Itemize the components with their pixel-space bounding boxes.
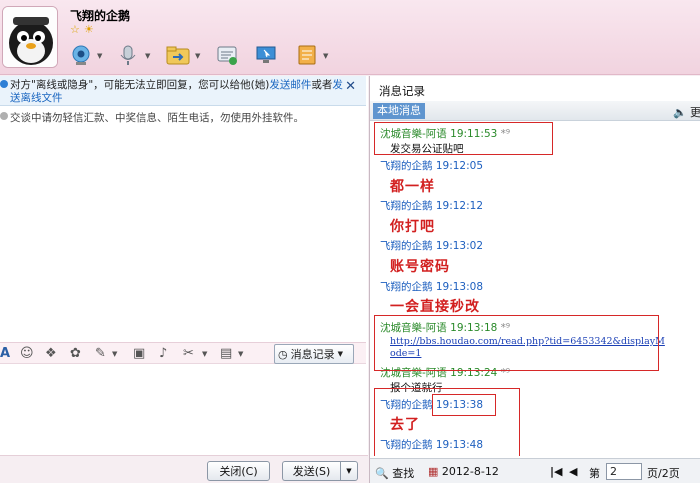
chevron-down-icon[interactable]: ▼ [97, 52, 102, 60]
history-title: 消息记录 [379, 84, 425, 98]
page-label: 第 [589, 467, 600, 480]
font-icon[interactable]: A [0, 346, 10, 361]
chat-panel: 对方"离线或隐身"，可能无法立即回复，您可以给他(她)发送邮件或者发送离线文件 … [0, 76, 368, 483]
safety-tip: 交谈中请勿轻信汇款、中奖信息、陌生电话，勿使用外挂软件。 [0, 110, 304, 125]
message-history-label: 消息记录 [290, 348, 335, 361]
video-call-button[interactable] [68, 43, 94, 67]
page-number-input[interactable]: 2 [606, 463, 642, 480]
chevron-down-icon[interactable]: ▼ [323, 52, 328, 60]
screenshot-icon[interactable]: ✂ [183, 346, 194, 361]
file-transfer-button[interactable] [165, 43, 191, 67]
briefcase-icon[interactable]: ▤ [220, 346, 232, 361]
calendar-icon: ▦ [428, 465, 439, 478]
microphone-icon [120, 45, 136, 65]
message-input[interactable] [0, 365, 366, 455]
remote-desktop-icon [256, 46, 276, 63]
message-sender: 飞翔的企鹅 19:12:12 [380, 200, 484, 212]
chevron-down-icon[interactable]: ▼ [238, 350, 243, 358]
emoji-icon[interactable]: ☺ [20, 346, 34, 361]
magic-face-icon[interactable]: ❖ [45, 346, 57, 361]
penguin-avatar-icon [3, 7, 57, 67]
contact-nickname: 飞翔的企鹅 [70, 9, 131, 23]
tab-local-messages[interactable]: 本地消息 [373, 103, 425, 119]
chevron-down-icon: ▼ [346, 467, 352, 475]
offline-notice: 对方"离线或隐身"，可能无法立即回复，您可以给他(她)发送邮件或者发送离线文件 … [0, 76, 366, 106]
doodle-icon[interactable]: ✎ [95, 346, 106, 361]
date-picker[interactable]: ▦ 2012-8-12 [428, 465, 499, 478]
apps-button[interactable] [294, 43, 320, 67]
history-panel: 消息记录 本地消息 🔈 更 沈城音樂-阿语 19:11:53 *⁹ 发交易公证贴… [369, 76, 700, 483]
message-list: 沈城音樂-阿语 19:11:53 *⁹ 发交易公证贴吧 飞翔的企鹅 19:12:… [370, 122, 700, 456]
music-icon[interactable]: ♪ [159, 346, 167, 361]
date-value: 2012-8-12 [441, 465, 499, 478]
prev-page-button[interactable]: ◀ [569, 465, 577, 478]
message-text: 账号密码 [390, 259, 450, 275]
highlight-box [374, 122, 553, 155]
edit-toolbar: A ☺ ❖ ✿ ✎ ▼ ▣ ♪ ✂ ▼ ▤ ▼ ◷ 消息记录 ▼ [0, 342, 366, 364]
highlight-box [432, 394, 496, 416]
send-bar: 关闭(C) 发送(S) ▼ [0, 455, 368, 483]
message-history-button[interactable]: ◷ 消息记录 ▼ [274, 344, 354, 364]
history-tabbar: 本地消息 🔈 更 [370, 101, 700, 121]
send-options-button[interactable]: ▼ [340, 461, 358, 481]
notice-text: 对方"离线或隐身"，可能无法立即回复，您可以给他(她) [10, 79, 270, 91]
message-text: 都一样 [390, 179, 435, 195]
history-footer: 🔍 查找 ▦ 2012-8-12 |◀ ◀ 第 2 页/2页 [370, 458, 700, 483]
send-email-link[interactable]: 发送邮件 [269, 79, 311, 91]
sun-icon: ☀ [83, 23, 98, 36]
close-icon[interactable]: ✕ [345, 80, 356, 93]
level-icons: ☆☀ [70, 23, 98, 36]
info-icon [0, 80, 8, 88]
notice-text-mid: 或者 [311, 79, 333, 91]
message-sender: 飞翔的企鹅 19:13:08 [380, 281, 484, 293]
remote-assist-button[interactable] [253, 43, 279, 67]
speaker-icon: 🔈 [673, 105, 687, 119]
chevron-down-icon: ▼ [337, 350, 343, 358]
avatar[interactable] [2, 6, 58, 68]
chevron-down-icon[interactable]: ▼ [112, 350, 117, 358]
more-tab[interactable]: 🔈 更 [673, 104, 700, 120]
app-menu-icon [298, 45, 316, 65]
search-label: 查找 [392, 467, 415, 480]
message-sender: 飞翔的企鹅 19:13:02 [380, 240, 484, 252]
message-plus-icon [217, 46, 237, 65]
star-icon: ☆ [70, 23, 84, 36]
message-sender: 飞翔的企鹅 19:12:05 [380, 160, 484, 172]
voice-call-button[interactable] [115, 43, 141, 67]
search-icon: 🔍 [375, 467, 389, 480]
close-button[interactable]: 关闭(C) [207, 461, 270, 481]
chevron-down-icon[interactable]: ▼ [202, 350, 207, 358]
more-tab-label: 更 [690, 106, 700, 119]
chevron-down-icon[interactable]: ▼ [195, 52, 200, 60]
folder-transfer-icon [166, 46, 190, 65]
message-text: 你打吧 [390, 219, 435, 235]
info-icon [0, 112, 8, 120]
message-button[interactable] [214, 43, 240, 67]
send-button[interactable]: 发送(S) [282, 461, 340, 481]
first-page-button[interactable]: |◀ [550, 465, 562, 478]
image-icon[interactable]: ▣ [133, 346, 145, 361]
clock-icon: ◷ [278, 347, 288, 361]
message-text: 一会直接秒改 [390, 299, 480, 315]
chat-header: 飞翔的企鹅 ☆☀ ▼ ▼ ▼ ▼ [0, 0, 700, 75]
safety-tip-text: 交谈中请勿轻信汇款、中奖信息、陌生电话，勿使用外挂软件。 [10, 112, 304, 124]
search-button[interactable]: 🔍 查找 [375, 465, 414, 481]
shake-icon[interactable]: ✿ [70, 346, 81, 361]
highlight-box [374, 315, 659, 371]
video-camera-icon [72, 45, 90, 65]
page-total: 页/2页 [647, 467, 680, 480]
chevron-down-icon[interactable]: ▼ [145, 52, 150, 60]
